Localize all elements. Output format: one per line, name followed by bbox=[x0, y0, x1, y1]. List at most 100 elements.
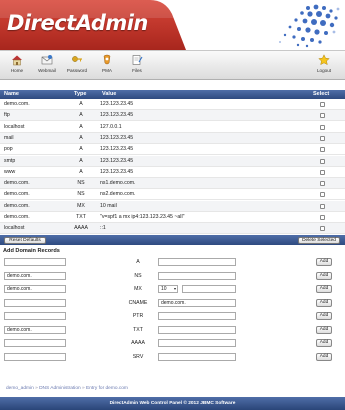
select-checkbox[interactable] bbox=[320, 113, 325, 119]
record-name: demo.com. bbox=[4, 202, 30, 209]
select-checkbox[interactable] bbox=[320, 102, 325, 107]
record-value-input[interactable] bbox=[182, 285, 236, 293]
record-name-input[interactable] bbox=[4, 298, 66, 307]
add-record-row-ptr: PTR Add bbox=[0, 310, 345, 323]
add-record-button[interactable]: Add bbox=[316, 312, 332, 320]
add-record-button[interactable]: Add bbox=[316, 271, 332, 280]
record-type-label: SRV bbox=[132, 353, 144, 360]
record-value: 123.123.23.45 bbox=[100, 101, 134, 107]
table-row: smtp A 123.123.23.45 bbox=[0, 155, 345, 167]
record-value-input[interactable] bbox=[158, 258, 236, 266]
add-record-row-mx: demo.com. MX 10 ▾ Add bbox=[0, 283, 345, 296]
record-value-input[interactable] bbox=[158, 339, 236, 347]
breadcrumb-link-entry[interactable]: Entry for demo.com bbox=[86, 386, 128, 391]
select-checkbox[interactable] bbox=[320, 215, 325, 220]
reset-defaults-button[interactable]: Reset Defaults bbox=[4, 236, 46, 244]
record-type-label: TXT bbox=[133, 326, 143, 333]
record-value-input[interactable] bbox=[158, 325, 236, 334]
table-row: pop A 123.123.23.45 bbox=[0, 144, 345, 156]
record-name: demo.com. bbox=[4, 180, 30, 187]
record-name: localhost bbox=[4, 123, 25, 130]
webmail-icon bbox=[41, 55, 53, 65]
delete-selected-button[interactable]: Delete Selected bbox=[298, 236, 340, 244]
table-row: localhost A 127.0.0.1 bbox=[0, 122, 345, 133]
record-type: A bbox=[79, 101, 83, 107]
table-row: www A 123.123.23.45 bbox=[0, 167, 345, 178]
breadcrumb-link-user[interactable]: demo_admin bbox=[6, 386, 34, 391]
select-checkbox[interactable] bbox=[320, 226, 325, 232]
select-checkbox[interactable] bbox=[320, 181, 325, 187]
select-checkbox[interactable] bbox=[320, 203, 325, 209]
record-value-input[interactable] bbox=[158, 312, 236, 320]
record-value: 10 mail bbox=[100, 202, 117, 209]
record-name-input[interactable]: demo.com. bbox=[4, 271, 66, 280]
record-value-input[interactable]: demo.com. bbox=[158, 298, 236, 307]
home-button[interactable]: Home bbox=[2, 54, 32, 73]
record-value: 123.123.23.45 bbox=[100, 146, 134, 153]
add-record-button[interactable]: Add bbox=[316, 258, 332, 266]
record-value: 127.0.0.1 bbox=[100, 123, 122, 130]
logout-button[interactable]: Logout bbox=[309, 54, 339, 73]
breadcrumb-separator: » bbox=[35, 386, 38, 391]
record-name-input[interactable]: demo.com. bbox=[4, 285, 66, 293]
breadcrumb-separator: » bbox=[82, 386, 85, 391]
select-checkbox[interactable] bbox=[320, 158, 325, 164]
select-checkbox[interactable] bbox=[320, 124, 325, 130]
select-checkbox[interactable] bbox=[320, 147, 325, 153]
phpmyadmin-icon bbox=[103, 54, 111, 65]
record-type: A bbox=[79, 157, 83, 164]
select-checkbox[interactable] bbox=[320, 192, 325, 198]
add-record-row-txt: demo.com. TXT Add bbox=[0, 324, 345, 337]
record-type: A bbox=[79, 134, 83, 141]
record-value: 123.123.23.45 bbox=[100, 168, 134, 175]
add-record-button[interactable]: Add bbox=[316, 325, 332, 334]
record-value: 123.123.23.45 bbox=[100, 134, 134, 141]
mx-priority-select[interactable]: 10 ▾ bbox=[158, 285, 178, 293]
add-record-row-cname: CNAME demo.com. Add bbox=[0, 297, 345, 310]
home-label: Home bbox=[10, 68, 24, 73]
select-checkbox[interactable] bbox=[320, 169, 325, 175]
col-header-value[interactable]: Value bbox=[102, 90, 116, 99]
col-header-select: Select bbox=[313, 91, 330, 97]
record-name-input[interactable] bbox=[4, 258, 66, 266]
record-value: "v=spf1 a mx ip4:123.123.23.45 ~all" bbox=[100, 214, 185, 220]
add-record-button[interactable]: Add bbox=[316, 298, 332, 307]
record-value-input[interactable] bbox=[158, 271, 236, 280]
record-name-input[interactable] bbox=[4, 339, 66, 347]
add-record-button[interactable]: Add bbox=[316, 285, 332, 293]
table-row: ftp A 123.123.23.45 bbox=[0, 110, 345, 122]
record-value: ::1 bbox=[100, 225, 106, 232]
webmail-label: Webmail bbox=[38, 68, 56, 73]
breadcrumb-link-dns[interactable]: DNS Administration bbox=[39, 386, 81, 391]
table-row: demo.com. NS ns2.demo.com. bbox=[0, 189, 345, 201]
record-type-label: CNAME bbox=[128, 299, 148, 306]
record-type: AAAA bbox=[74, 225, 88, 232]
webmail-button[interactable]: Webmail bbox=[32, 54, 62, 73]
add-record-row-ns: demo.com. NS Add bbox=[0, 270, 345, 283]
add-record-button[interactable]: Add bbox=[316, 339, 332, 347]
record-name: ftp bbox=[4, 112, 10, 119]
phpmyadmin-button[interactable]: PMA bbox=[92, 54, 122, 73]
record-type: TXT bbox=[76, 214, 86, 220]
files-label: Files bbox=[132, 68, 142, 73]
add-record-row-srv: SRV Add bbox=[0, 351, 345, 364]
col-header-name[interactable]: Name bbox=[4, 90, 19, 99]
logo-text[interactable]: DirectAdmin bbox=[7, 11, 148, 35]
record-value-input[interactable] bbox=[158, 352, 236, 361]
record-value: ns2.demo.com. bbox=[100, 191, 136, 198]
phpmyadmin-label: PMA bbox=[102, 68, 112, 73]
password-button[interactable]: Password bbox=[62, 54, 92, 73]
record-name-input[interactable] bbox=[4, 352, 66, 361]
record-type: MX bbox=[77, 202, 85, 209]
header: DirectAdmin bbox=[0, 0, 345, 50]
footer: DirectAdmin Web Control Panel © 2012 JBM… bbox=[0, 397, 345, 410]
select-checkbox[interactable] bbox=[320, 135, 325, 141]
record-name: pop bbox=[4, 146, 13, 153]
record-name-input[interactable]: demo.com. bbox=[4, 325, 66, 334]
mx-priority-value: 10 bbox=[161, 286, 167, 292]
record-name-input[interactable] bbox=[4, 312, 66, 320]
key-icon bbox=[72, 56, 82, 62]
add-record-button[interactable]: Add bbox=[316, 352, 332, 361]
files-button[interactable]: Files bbox=[122, 54, 152, 73]
col-header-type[interactable]: Type bbox=[74, 90, 86, 99]
